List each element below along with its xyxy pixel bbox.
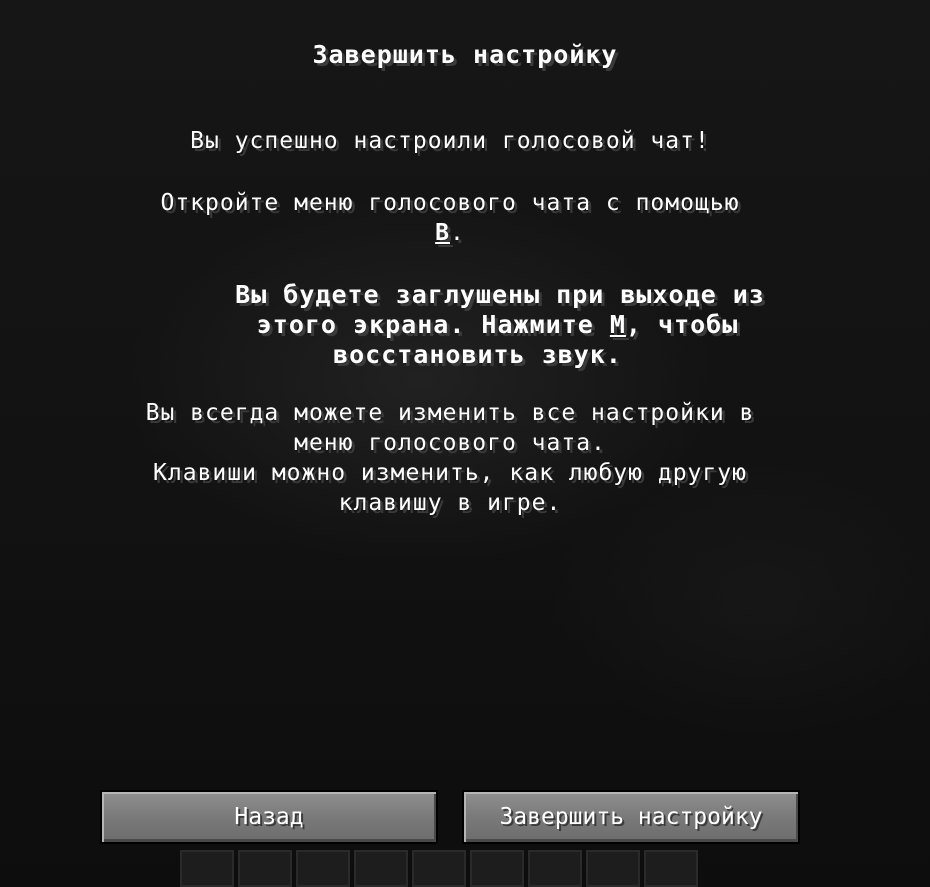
hotbar-slot bbox=[412, 850, 466, 887]
open-menu-key-line: B. bbox=[0, 220, 900, 246]
hotbar-slot bbox=[586, 850, 640, 887]
hotbar-slot bbox=[238, 850, 292, 887]
hotbar-slot bbox=[470, 850, 524, 887]
hotbar-slot bbox=[354, 850, 408, 887]
keys-info-line1: Клавиши можно изменить, как любую другую bbox=[153, 460, 747, 486]
keys-info-line2: клавишу в игре. bbox=[338, 490, 562, 516]
mute-warning-post: , чтобы bbox=[625, 310, 739, 339]
hotbar bbox=[180, 850, 702, 887]
mute-warning-line3: восстановить звук. bbox=[333, 340, 622, 369]
mute-key: M bbox=[609, 310, 626, 339]
settings-info-line1: Вы всегда можете изменить все настройки … bbox=[145, 400, 755, 426]
finish-setup-button[interactable]: Завершить настройку bbox=[462, 790, 800, 844]
hotbar-slot bbox=[528, 850, 582, 887]
hotbar-slot bbox=[296, 850, 350, 887]
open-menu-key: B bbox=[435, 220, 450, 246]
open-menu-period: . bbox=[450, 220, 465, 246]
mute-warning-line1: Вы будете заглушены при выходе из bbox=[235, 280, 765, 309]
mute-warning-pre: этого экрана. Нажмите bbox=[256, 310, 610, 339]
success-message: Вы успешно настроили голосовой чат! bbox=[190, 128, 710, 154]
back-button[interactable]: Назад bbox=[100, 790, 438, 844]
settings-info-line2: меню голосового чата. bbox=[294, 430, 606, 456]
hotbar-slot bbox=[644, 850, 698, 887]
hotbar-slot bbox=[180, 850, 234, 887]
mute-warning-line2: этого экрана. Нажмите M, чтобы bbox=[0, 310, 930, 339]
open-menu-instruction: Откройте меню голосового чата с помощью bbox=[160, 190, 740, 216]
screen-title: Завершить настройку bbox=[312, 40, 618, 69]
